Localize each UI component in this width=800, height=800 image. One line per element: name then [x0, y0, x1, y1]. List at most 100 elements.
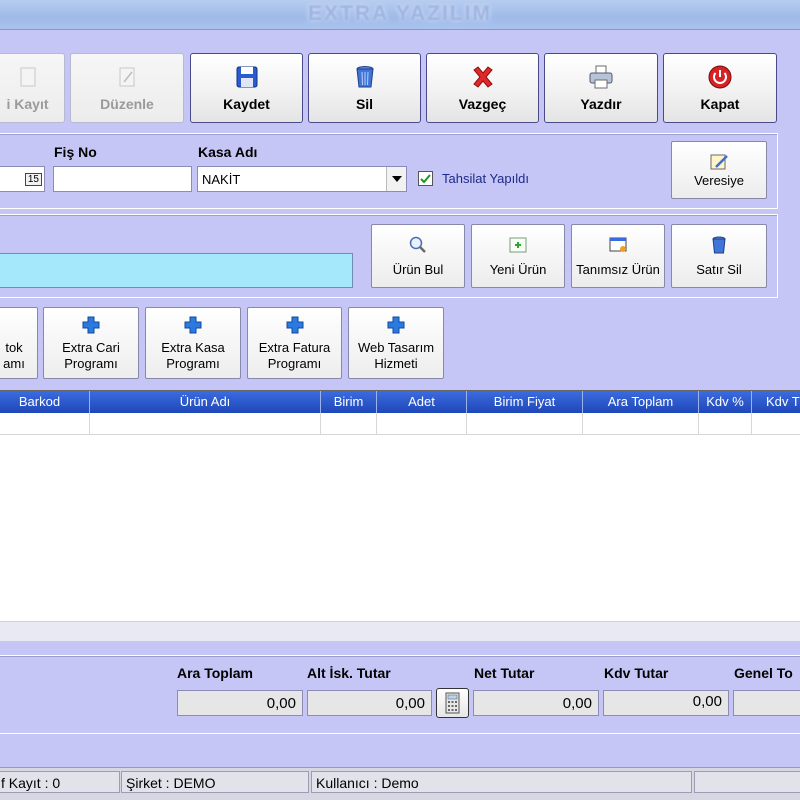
edit-button[interactable]: Düzenle	[70, 53, 184, 123]
fis-no-label: Fiş No	[54, 144, 97, 160]
table-cell[interactable]	[377, 413, 467, 435]
kdv-tutar-label: Kdv Tutar	[604, 665, 669, 681]
trash-can-icon	[712, 236, 726, 254]
column-header-barkod[interactable]: Barkod	[0, 391, 90, 413]
column-header-birim[interactable]: Birim	[321, 391, 377, 413]
shortcut-line1: Extra Cari	[62, 340, 120, 355]
shortcut-line2: Hizmeti	[374, 356, 418, 371]
trash-can-icon	[355, 66, 374, 88]
date-spin-button[interactable]: 15	[24, 172, 42, 186]
shortcut-line2: Programı	[166, 356, 220, 371]
status-extra	[694, 771, 800, 793]
fis-no-input[interactable]	[53, 166, 192, 192]
edit-icon	[119, 67, 135, 87]
edit-label: Düzenle	[100, 96, 154, 112]
floppy-disk-icon	[236, 66, 257, 88]
column-header-adet[interactable]: Adet	[377, 391, 467, 413]
status-user: Kullanıcı : Demo	[311, 771, 692, 793]
barcode-input[interactable]	[0, 253, 353, 288]
print-button[interactable]: Yazdır	[544, 53, 658, 123]
cancel-button[interactable]: Vazgeç	[426, 53, 539, 123]
kasa-label: Kasa Adı	[198, 144, 258, 160]
window-card-icon	[609, 237, 627, 252]
status-bar: f Kayıt : 0 Şirket : DEMO Kullanıcı : De…	[0, 767, 800, 800]
grid-footer	[0, 621, 800, 641]
new-record-button[interactable]: i Kayıt	[0, 53, 65, 123]
genel-toplam-field	[733, 690, 800, 716]
web-tasarim-button[interactable]: Web Tasarım Hizmeti	[348, 307, 444, 379]
ara-toplam-field: 0,00	[177, 690, 303, 716]
close-button[interactable]: Kapat	[663, 53, 777, 123]
table-cell[interactable]	[467, 413, 583, 435]
plus-icon	[387, 316, 405, 334]
calculator-button[interactable]	[436, 688, 469, 718]
satir-sil-button[interactable]: Satır Sil	[671, 224, 767, 288]
delete-button[interactable]: Sil	[308, 53, 421, 123]
net-tutar-label: Net Tutar	[474, 665, 535, 681]
satir-sil-label: Satır Sil	[696, 262, 742, 277]
printer-icon	[589, 65, 613, 89]
plus-icon	[286, 316, 303, 334]
status-record-count: f Kayıt : 0	[0, 771, 120, 793]
extra-stok-button[interactable]: tok amı	[0, 307, 38, 379]
print-label: Yazdır	[580, 96, 622, 112]
column-header-birim-fiyat[interactable]: Birim Fiyat	[467, 391, 583, 413]
toolbar: i Kayıt Düzenle Kaydet Sil Vazgeç Yazdır…	[0, 30, 800, 130]
veresiye-label: Veresiye	[694, 173, 744, 188]
save-label: Kaydet	[223, 96, 270, 112]
shortcut-line2: Programı	[267, 356, 322, 371]
check-icon	[420, 174, 431, 184]
tanimsiz-urun-button[interactable]: Tanımsız Ürün	[571, 224, 665, 288]
yeni-urun-label: Yeni Ürün	[489, 262, 547, 277]
status-company: Şirket : DEMO	[121, 771, 309, 793]
yeni-urun-button[interactable]: Yeni Ürün	[471, 224, 565, 288]
table-row[interactable]	[0, 413, 800, 435]
tahsilat-checkbox[interactable]	[418, 171, 433, 186]
table-cell[interactable]	[752, 413, 800, 435]
extra-kasa-button[interactable]: Extra Kasa Programı	[145, 307, 241, 379]
table-cell[interactable]	[583, 413, 699, 435]
date-field[interactable]: 15	[0, 166, 45, 192]
shortcut-line2: Programı	[64, 356, 118, 371]
plus-icon	[184, 316, 202, 334]
kdv-tutar-field: 0,00	[603, 690, 729, 716]
new-record-label: i Kayıt	[6, 96, 49, 112]
notepad-pencil-icon	[710, 154, 728, 170]
product-grid[interactable]: Barkod Ürün Adı Birim Adet Birim Fiyat A…	[0, 390, 800, 641]
tahsilat-label: Tahsilat Yapıldı	[442, 171, 529, 186]
urun-bul-button[interactable]: Ürün Bul	[371, 224, 465, 288]
alt-iskonto-field[interactable]: 0,00	[307, 690, 432, 716]
window-title: EXTRA YAZILIM	[308, 2, 492, 25]
extra-fatura-button[interactable]: Extra Fatura Programı	[247, 307, 342, 379]
urun-bul-label: Ürün Bul	[392, 262, 444, 277]
kasa-value: NAKİT	[202, 171, 241, 187]
kasa-select[interactable]: NAKİT	[197, 166, 407, 192]
net-tutar-field: 0,00	[473, 690, 599, 716]
veresiye-button[interactable]: Veresiye	[671, 141, 767, 199]
table-cell[interactable]	[699, 413, 752, 435]
shortcut-line1: Extra Kasa	[161, 340, 225, 355]
calculator-icon	[445, 692, 460, 714]
genel-toplam-label: Genel To	[734, 665, 793, 681]
table-cell[interactable]	[321, 413, 377, 435]
close-label: Kapat	[700, 96, 740, 112]
shortcut-line2: amı	[3, 356, 25, 371]
plus-icon	[82, 316, 100, 334]
column-header-kdv-tutar[interactable]: Kdv T	[752, 391, 800, 413]
table-cell[interactable]	[90, 413, 321, 435]
shortcut-line1: Web Tasarım	[357, 340, 435, 355]
save-button[interactable]: Kaydet	[190, 53, 303, 123]
table-cell[interactable]	[0, 413, 90, 435]
red-x-icon	[472, 66, 493, 88]
column-header-ara-toplam[interactable]: Ara Toplam	[583, 391, 699, 413]
delete-label: Sil	[355, 96, 374, 112]
ara-toplam-label: Ara Toplam	[177, 665, 253, 681]
dropdown-arrow-icon[interactable]	[386, 167, 406, 191]
column-header-urun-adi[interactable]: Ürün Adı	[90, 391, 321, 413]
grid-header: Barkod Ürün Adı Birim Adet Birim Fiyat A…	[0, 391, 800, 413]
new-document-icon	[20, 67, 35, 87]
tanimsiz-urun-label: Tanımsız Ürün	[576, 262, 660, 277]
title-bar: EXTRA YAZILIM	[0, 0, 800, 30]
column-header-kdv-yuzde[interactable]: Kdv %	[699, 391, 752, 413]
extra-cari-button[interactable]: Extra Cari Programı	[43, 307, 139, 379]
